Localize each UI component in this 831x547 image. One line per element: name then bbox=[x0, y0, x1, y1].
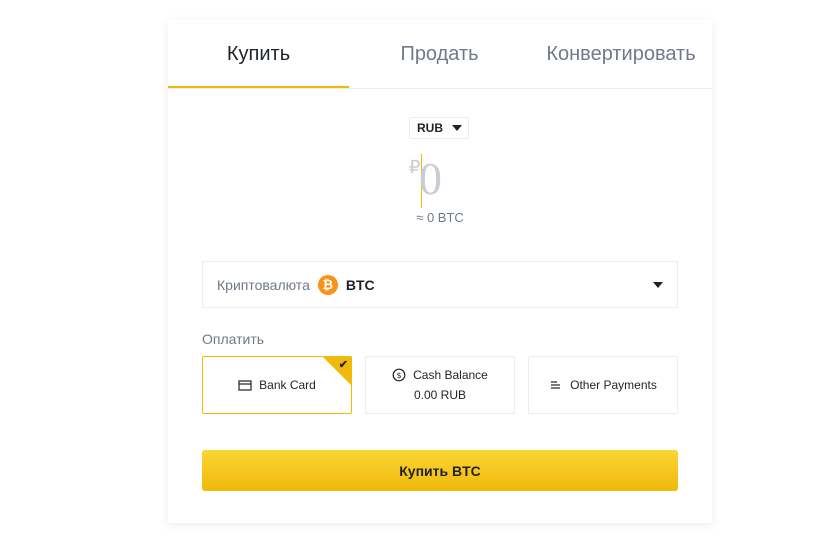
payment-option-label: Cash Balance bbox=[413, 368, 488, 382]
fiat-currency-value: RUB bbox=[417, 121, 443, 135]
active-tab-indicator bbox=[168, 86, 349, 88]
payment-label: Оплатить bbox=[202, 331, 265, 347]
credit-card-icon bbox=[238, 378, 252, 392]
tab-buy[interactable]: Купить bbox=[168, 20, 349, 88]
trade-widget: Купить Продать Конвертировать RUB ₽ 0 ≈ … bbox=[168, 20, 712, 523]
crypto-select-label: Криптовалюта bbox=[217, 276, 310, 293]
payment-option-bank-card[interactable]: Bank Card ✔ bbox=[202, 356, 352, 414]
svg-text:$: $ bbox=[397, 371, 402, 380]
payment-option-cash-balance[interactable]: $ Cash Balance 0.00 RUB bbox=[365, 356, 515, 414]
bitcoin-icon: ₿ bbox=[317, 274, 338, 295]
amount-input[interactable]: 0 bbox=[419, 152, 442, 206]
dollar-coin-icon: $ bbox=[392, 368, 406, 382]
caret-down-icon bbox=[452, 125, 462, 131]
caret-down-icon bbox=[653, 281, 663, 288]
tab-convert[interactable]: Конвертировать bbox=[530, 20, 712, 88]
payment-option-label: Other Payments bbox=[570, 378, 657, 392]
cash-balance-amount: 0.00 RUB bbox=[413, 388, 467, 402]
crypto-select[interactable]: Криптовалюта ₿ BTC bbox=[202, 261, 678, 308]
payment-option-label: Bank Card bbox=[259, 378, 316, 392]
fiat-currency-select[interactable]: RUB bbox=[409, 117, 469, 139]
tab-sell[interactable]: Продать bbox=[349, 20, 530, 88]
crypto-estimate: ≈ 0 BTC bbox=[416, 210, 464, 225]
buy-button[interactable]: Купить BTC bbox=[202, 450, 678, 491]
check-icon: ✔ bbox=[338, 359, 348, 371]
payment-option-other[interactable]: Other Payments bbox=[528, 356, 678, 414]
list-icon bbox=[549, 378, 563, 392]
crypto-select-value: BTC bbox=[345, 276, 375, 293]
tab-bar: Купить Продать Конвертировать bbox=[168, 20, 712, 89]
